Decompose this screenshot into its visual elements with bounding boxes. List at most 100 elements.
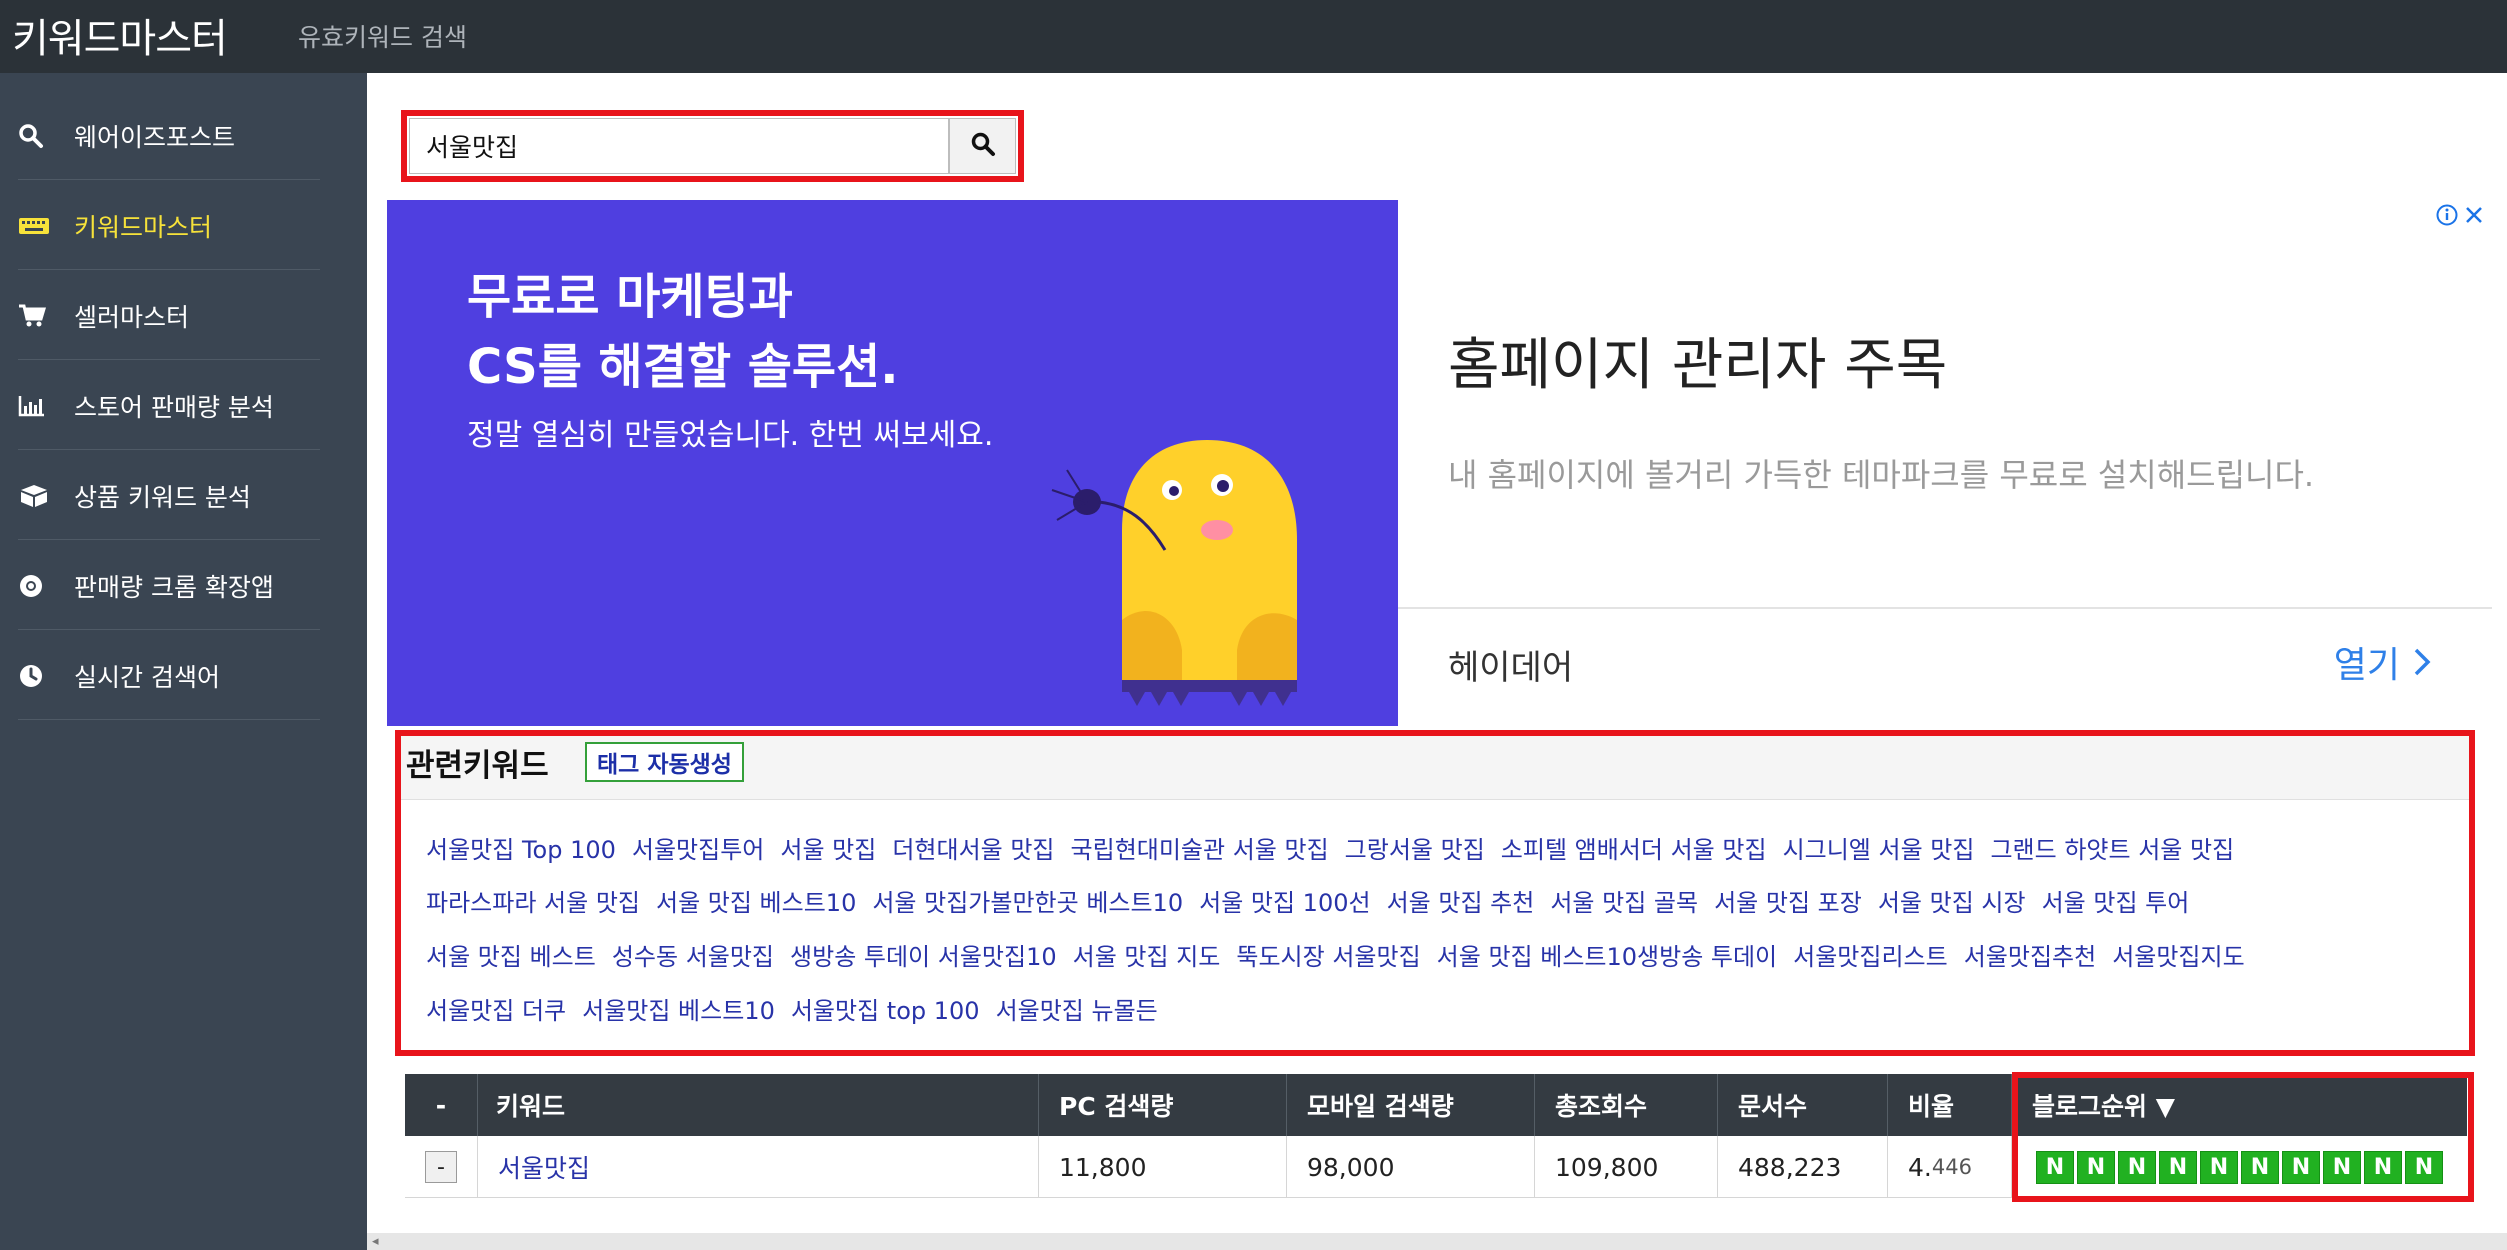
related-keyword[interactable]: 서울 맛집 지도 (1073, 943, 1221, 971)
ad-open-label: 열기 (2333, 645, 2400, 686)
related-keyword[interactable]: 서울 맛집가볼만한곳 베스트10 (872, 889, 1183, 917)
search-icon (18, 121, 60, 151)
related-keyword[interactable]: 뚝도시장 서울맛집 (1236, 943, 1420, 971)
sidebar-item-label: 셀러마스터 (74, 302, 190, 332)
ad-description: 내 홈페이지에 볼거리 가득한 테마파크를 무료로 설치해드립니다. (1448, 456, 2315, 494)
keyboard-icon (18, 211, 60, 241)
sidebar-item-label: 웨어이즈포스트 (74, 122, 236, 152)
related-keyword[interactable]: 성수동 서울맛집 (612, 943, 774, 971)
column-header-pc-volume[interactable]: PC 검색량 (1039, 1074, 1287, 1136)
related-keyword[interactable]: 그랑서울 맛집 (1345, 836, 1485, 864)
ad-choices[interactable] (2436, 204, 2484, 226)
row-ratio: 4. 446 (1888, 1136, 2012, 1198)
sidebar-item-keywordmaster[interactable]: 키워드마스터 (18, 182, 320, 270)
keyword-link[interactable]: 서울맛집 (498, 1149, 590, 1185)
related-keyword[interactable]: 서울맛집리스트 (1793, 943, 1948, 971)
related-keyword-line: 서울 맛집 베스트 성수동 서울맛집 생방송 투데이 서울맛집10 서울 맛집 지도 뚝… (426, 937, 2261, 972)
related-keyword[interactable]: 서울 맛집 베스트10 (656, 889, 856, 917)
related-keyword[interactable]: 서울 맛집 시장 (1878, 889, 2026, 917)
related-keywords-title: 관련키워드 (406, 748, 549, 784)
collapse-button[interactable]: - (425, 1151, 457, 1183)
related-keyword[interactable]: 서울 맛집 포장 (1714, 889, 1862, 917)
related-keyword[interactable]: 서울맛집투어 (632, 836, 764, 864)
related-keyword[interactable]: 서울 맛집 100선 (1199, 889, 1370, 917)
column-header-documents[interactable]: 문서수 (1718, 1074, 1888, 1136)
sidebar-item-label: 실시간 검색어 (74, 662, 220, 692)
related-keyword[interactable]: 파라스파라 서울 맛집 (426, 889, 640, 917)
ad-advertiser: 헤이데어 (1448, 648, 1574, 688)
ad-headline-line-1: 무료로 마케팅과 (467, 269, 793, 325)
related-keyword[interactable]: 서울맛집 더쿠 (426, 997, 566, 1025)
chevron-right-icon (2414, 648, 2431, 676)
related-keyword[interactable]: 서울 맛집 베스트10생방송 투데이 (1437, 943, 1777, 971)
related-keyword[interactable]: 서울맛집추천 (1964, 943, 2096, 971)
mascot-illustration (1051, 440, 1297, 706)
column-header-mobile-volume[interactable]: 모바일 검색량 (1287, 1074, 1535, 1136)
search-icon (970, 131, 996, 161)
info-icon[interactable] (2436, 204, 2458, 226)
ad-banner[interactable]: 무료로 마케팅과 CS를 해결할 솔루션. 정말 열심히 만들었습니다. 한번 … (387, 200, 2492, 726)
sidebar-item-store-sales[interactable]: 스토어 판매량 분석 (18, 362, 320, 450)
sidebar-item-label: 상품 키워드 분석 (74, 482, 251, 512)
related-keyword[interactable]: 서울 맛집 투어 (2042, 889, 2190, 917)
ad-subtext: 정말 열심히 만들었습니다. 한번 써보세요. (467, 418, 994, 453)
auto-tag-button[interactable]: 태그 자동생성 (585, 742, 744, 782)
related-keyword[interactable]: 서울맛집 top 100 (791, 997, 980, 1025)
column-header-ratio[interactable]: 비율 (1888, 1074, 2012, 1136)
ad-headline-line-2: CS를 해결할 솔루션. (467, 339, 899, 395)
row-documents: 488,223 (1718, 1136, 1888, 1198)
row-pc-volume: 11,800 (1039, 1136, 1287, 1198)
ad-text-panel[interactable]: 홈페이지 관리자 주목 내 홈페이지에 볼거리 가득한 테마파크를 무료로 설치… (1398, 200, 2492, 726)
related-keyword[interactable]: 서울 맛집 (780, 836, 876, 864)
ratio-decimal: 446 (1931, 1155, 1972, 1179)
row-minus-cell: - (405, 1136, 478, 1198)
sidebar-item-whereispost[interactable]: 웨어이즈포스트 (18, 92, 320, 180)
ad-open-button[interactable]: 열기 (2334, 636, 2432, 688)
related-keyword-line: 서울맛집 Top 100 서울맛집투어 서울 맛집 더현대서울 맛집 국립현대미술관 서… (426, 830, 2250, 865)
related-keyword[interactable]: 서울맛집 Top 100 (426, 836, 616, 864)
related-keyword-line: 파라스파라 서울 맛집 서울 맛집 베스트10 서울 맛집가볼만한곳 베스트10 서울… (426, 883, 2205, 918)
sidebar-item-label: 스토어 판매량 분석 (74, 392, 274, 422)
sidebar-item-sellermaster[interactable]: 셀러마스터 (18, 272, 320, 360)
related-keyword[interactable]: 서울 맛집 베스트 (426, 943, 596, 971)
related-keyword[interactable]: 소피텔 앰배서더 서울 맛집 (1501, 836, 1767, 864)
row-keyword-cell: 서울맛집 (478, 1136, 1039, 1198)
related-keyword[interactable]: 서울 맛집 추천 (1387, 889, 1535, 917)
scroll-left-arrow-icon[interactable]: ◂ (372, 1234, 379, 1249)
related-keyword[interactable]: 서울 맛집 골목 (1550, 889, 1698, 917)
row-total-views: 109,800 (1535, 1136, 1718, 1198)
related-keyword[interactable]: 시그니엘 서울 맛집 (1783, 836, 1975, 864)
ad-divider (1398, 607, 2492, 609)
related-keyword[interactable]: 그랜드 하얏트 서울 맛집 (1990, 836, 2234, 864)
ratio-integer: 4. (1908, 1152, 1932, 1182)
brand-title[interactable]: 키워드마스터 (12, 6, 228, 64)
column-header-keyword[interactable]: 키워드 (478, 1074, 1039, 1136)
ad-image-panel[interactable]: 무료로 마케팅과 CS를 해결할 솔루션. 정말 열심히 만들었습니다. 한번 … (387, 200, 1398, 726)
sidebar-item-product-keyword[interactable]: 상품 키워드 분석 (18, 452, 320, 540)
chrome-icon (18, 571, 60, 601)
cart-icon (18, 301, 60, 331)
search-input[interactable] (409, 118, 949, 174)
row-mobile-volume: 98,000 (1287, 1136, 1535, 1198)
related-keyword-line: 서울맛집 더쿠 서울맛집 베스트10 서울맛집 top 100 서울맛집 뉴몰든 (426, 991, 1174, 1026)
close-icon[interactable] (2464, 205, 2484, 225)
column-header-total-views[interactable]: 총조회수 (1535, 1074, 1718, 1136)
related-keyword[interactable]: 서울맛집 뉴몰든 (996, 997, 1158, 1025)
horizontal-scrollbar[interactable] (367, 1233, 2507, 1250)
sidebar-item-label: 판매량 크롬 확장앱 (74, 572, 274, 602)
sidebar-item-chrome-extension[interactable]: 판매량 크롬 확장앱 (18, 542, 320, 630)
top-bar: 키워드마스터 유효키워드 검색 (0, 0, 2507, 73)
related-keyword[interactable]: 서울맛집지도 (2112, 943, 2244, 971)
bar-chart-icon (18, 391, 60, 421)
search-button[interactable] (949, 118, 1016, 174)
box-icon (18, 481, 60, 511)
related-keyword[interactable]: 서울맛집 베스트10 (582, 997, 775, 1025)
related-keyword[interactable]: 국립현대미술관 서울 맛집 (1071, 836, 1329, 864)
ad-headline: 무료로 마케팅과 CS를 해결할 솔루션. (467, 262, 1087, 402)
related-keyword[interactable]: 더현대서울 맛집 (892, 836, 1054, 864)
clock-icon (18, 661, 60, 691)
sidebar-item-label: 키워드마스터 (74, 212, 213, 242)
sidebar-item-realtime-search[interactable]: 실시간 검색어 (18, 632, 320, 720)
brand-subtitle: 유효키워드 검색 (298, 23, 467, 52)
related-keyword[interactable]: 생방송 투데이 서울맛집10 (790, 943, 1057, 971)
